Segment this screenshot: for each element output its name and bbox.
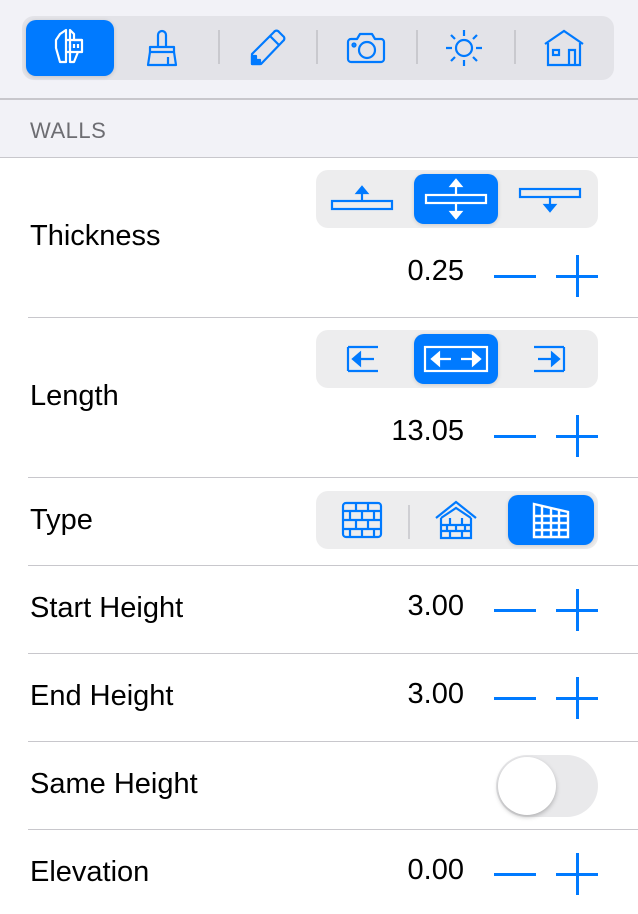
extend-left-icon (344, 344, 380, 374)
start-height-increment-button[interactable] (556, 589, 598, 631)
tool-paint-button[interactable] (118, 20, 206, 76)
thickness-label: Thickness (30, 220, 161, 252)
thickness-increment-button[interactable] (556, 255, 598, 297)
brick-wall-icon (341, 501, 383, 539)
tool-camera-button[interactable] (322, 20, 410, 76)
thickness-decrement-button[interactable] (494, 275, 536, 278)
section-separator (0, 157, 638, 158)
row-separator (28, 317, 638, 318)
elevation-increment-button[interactable] (556, 853, 598, 895)
end-height-value: 3.00 (407, 678, 464, 710)
length-extend-right-button[interactable] (508, 334, 592, 384)
caliper-icon (48, 26, 92, 70)
length-increment-button[interactable] (556, 415, 598, 457)
length-anchor-control (316, 330, 598, 388)
tool-measure-button[interactable] (26, 20, 114, 76)
gable-wall-icon (434, 500, 478, 540)
start-height-label: Start Height (30, 592, 184, 624)
wall-type-brick-button[interactable] (320, 495, 404, 545)
row-separator (28, 741, 638, 742)
toggle-knob (498, 757, 556, 815)
end-height-label: End Height (30, 680, 174, 712)
elevation-value: 0.00 (407, 854, 464, 886)
tool-building-button[interactable] (520, 20, 608, 76)
type-label: Type (30, 504, 93, 536)
segment-divider (408, 505, 410, 539)
tool-edit-button[interactable] (222, 20, 310, 76)
length-decrement-button[interactable] (494, 435, 536, 438)
brush-icon (142, 27, 182, 69)
same-height-label: Same Height (30, 768, 198, 800)
sun-icon (444, 28, 484, 68)
thickness-align-bottom-button[interactable] (508, 174, 592, 224)
wall-type-sloped-button[interactable] (508, 495, 594, 545)
tool-light-button[interactable] (420, 20, 508, 76)
start-height-decrement-button[interactable] (494, 609, 536, 612)
elevation-label: Elevation (30, 856, 150, 888)
end-height-decrement-button[interactable] (494, 697, 536, 700)
tool-divider (416, 30, 418, 64)
length-extend-left-button[interactable] (320, 334, 404, 384)
section-title: WALLS (30, 118, 107, 143)
elevation-decrement-button[interactable] (494, 873, 536, 876)
camera-icon (344, 28, 388, 68)
thickness-align-center-button[interactable] (414, 174, 498, 224)
thickness-alignment-control (316, 170, 598, 228)
align-bottom-icon (518, 184, 582, 214)
start-height-value: 3.00 (407, 590, 464, 622)
row-separator (28, 565, 638, 566)
pencil-icon (244, 26, 288, 70)
wall-type-gable-button[interactable] (414, 495, 498, 545)
row-separator (28, 829, 638, 830)
align-center-icon (424, 177, 488, 221)
thickness-value: 0.25 (407, 255, 464, 287)
row-separator (28, 477, 638, 478)
house-icon (542, 28, 586, 68)
wall-type-control (316, 491, 598, 549)
tool-divider (218, 30, 220, 64)
length-extend-both-button[interactable] (414, 334, 498, 384)
extend-right-icon (532, 344, 568, 374)
extend-both-icon (423, 344, 489, 374)
tool-divider (316, 30, 318, 64)
length-label: Length (30, 380, 119, 412)
thickness-align-top-button[interactable] (320, 174, 404, 224)
align-top-icon (330, 184, 394, 214)
same-height-toggle[interactable] (496, 755, 598, 817)
length-value: 13.05 (391, 415, 464, 447)
sloped-wall-icon (531, 501, 571, 539)
end-height-increment-button[interactable] (556, 677, 598, 719)
top-toolbar (0, 0, 638, 98)
tool-divider (514, 30, 516, 64)
row-separator (28, 653, 638, 654)
tool-segmented-control (22, 16, 614, 80)
